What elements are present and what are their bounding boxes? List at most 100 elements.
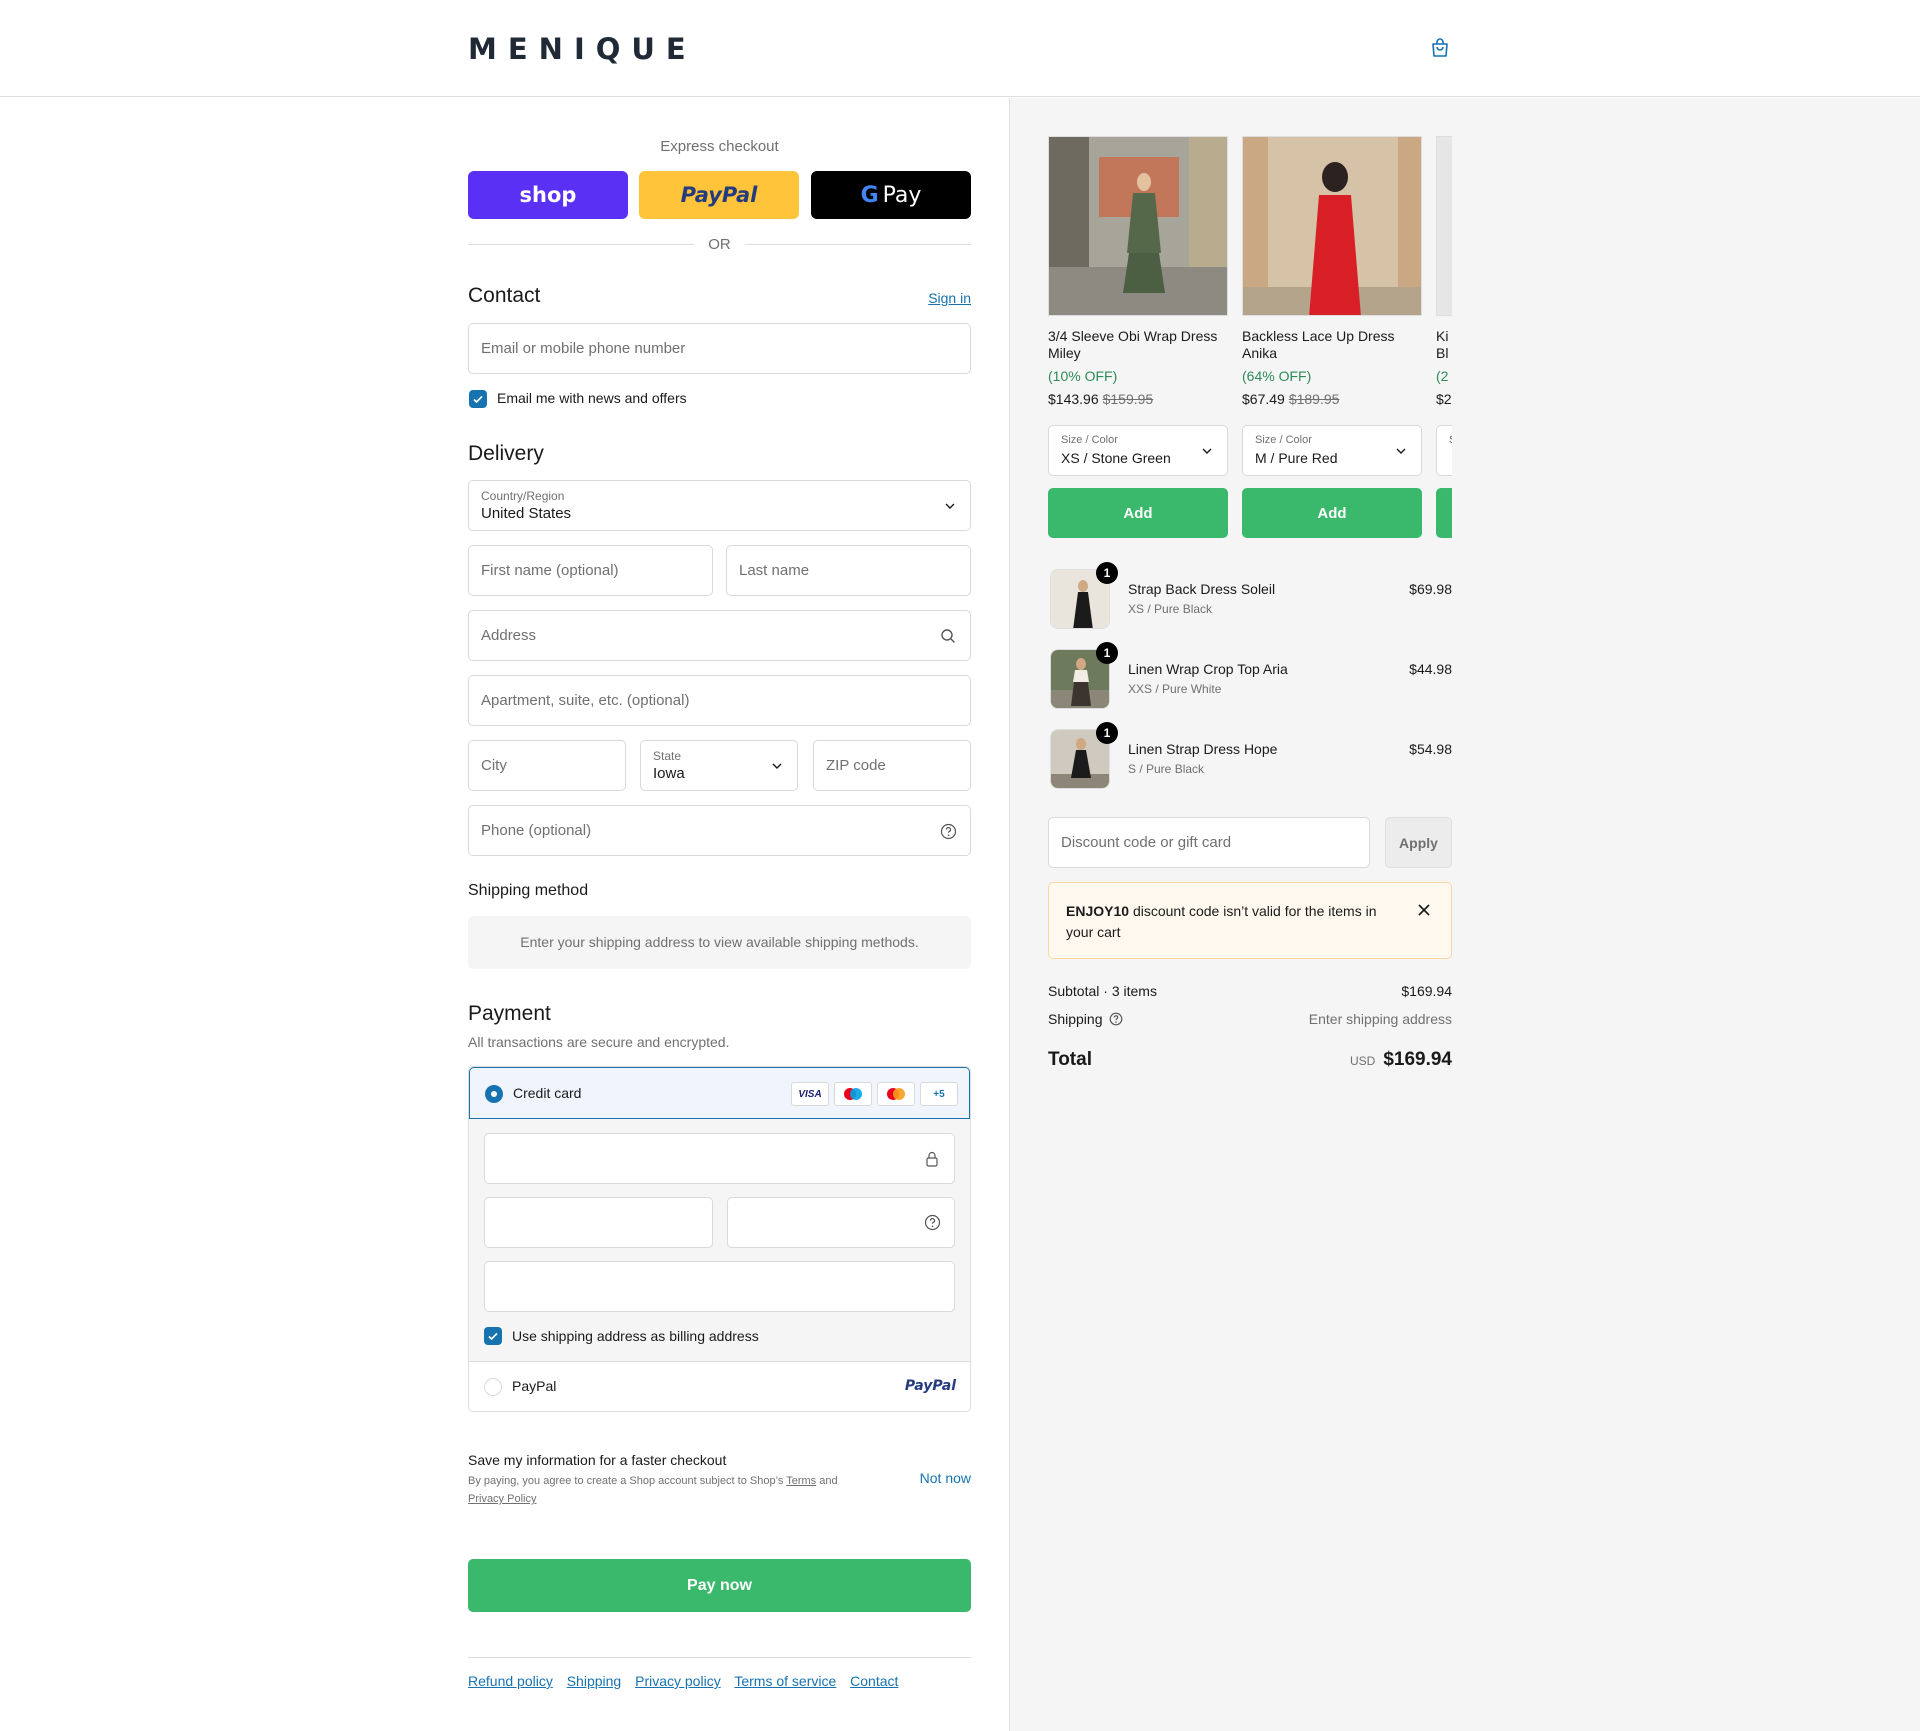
- total-label: Total: [1048, 1049, 1092, 1070]
- shipping-method-heading: Shipping method: [468, 882, 589, 899]
- credit-card-form: Use shipping address as billing address: [469, 1119, 970, 1362]
- zip-field[interactable]: ZIP code: [813, 740, 971, 791]
- close-icon[interactable]: [1417, 903, 1431, 917]
- address-field[interactable]: Address: [468, 610, 971, 661]
- or-divider: OR: [468, 235, 971, 255]
- apartment-field[interactable]: Apartment, suite, etc. (optional): [468, 675, 971, 726]
- recommendation-card: Backless Lace Up Dress Anika (64% OFF) $…: [1242, 136, 1422, 538]
- paypal-logo: PayPal: [680, 183, 758, 207]
- delivery-heading: Delivery: [468, 442, 544, 465]
- quantity-badge: 1: [1096, 722, 1118, 744]
- cart-line-item: 1 Linen Wrap Crop Top Aria XXS / Pure Wh…: [1048, 642, 1452, 713]
- news-label: Email me with news and offers: [497, 390, 687, 406]
- help-icon[interactable]: [940, 823, 957, 840]
- chevron-down-icon: [1202, 448, 1212, 454]
- quantity-badge: 1: [1096, 642, 1118, 664]
- maestro-icon: [834, 1082, 872, 1106]
- sign-in-link[interactable]: Sign in: [928, 290, 971, 306]
- add-button[interactable]: Add: [1048, 488, 1228, 538]
- payment-heading: Payment: [468, 1002, 551, 1025]
- card-number-field[interactable]: [484, 1133, 955, 1184]
- add-button[interactable]: [1436, 488, 1452, 538]
- save-info-legal: By paying, you agree to create a Shop ac…: [468, 1475, 838, 1505]
- google-g-icon: G: [860, 182, 879, 208]
- shopping-bag-icon[interactable]: [1428, 36, 1452, 60]
- expiration-field[interactable]: [484, 1197, 713, 1248]
- payment-methods: Credit card VISA +5 Use shipping address…: [468, 1066, 971, 1412]
- shipping-label: Shipping: [1048, 1011, 1123, 1027]
- shipping-method-notice: Enter your shipping address to view avai…: [468, 916, 971, 969]
- contact-link[interactable]: Contact: [850, 1673, 898, 1689]
- variant-select[interactable]: S: [1436, 425, 1452, 476]
- lock-icon: [926, 1151, 938, 1167]
- country-select[interactable]: Country/Region United States: [468, 480, 971, 531]
- paypal-express-button[interactable]: PayPal: [639, 171, 799, 219]
- billing-checkbox[interactable]: [484, 1327, 502, 1345]
- credit-card-option[interactable]: Credit card VISA +5: [469, 1067, 970, 1119]
- pay-now-button[interactable]: Pay now: [468, 1559, 971, 1612]
- chevron-down-icon: [772, 763, 782, 769]
- first-name-field[interactable]: First name (optional): [468, 545, 713, 596]
- billing-label: Use shipping address as billing address: [512, 1328, 759, 1344]
- payment-subtitle: All transactions are secure and encrypte…: [468, 1034, 730, 1050]
- total-amount: USD $169.94: [1349, 1049, 1452, 1070]
- discount-error-notice: ENJOY10 discount code isn’t valid for th…: [1048, 882, 1452, 959]
- apply-discount-button[interactable]: Apply: [1385, 817, 1452, 868]
- google-pay-label: Pay: [882, 182, 922, 208]
- terms-of-service-link[interactable]: Terms of service: [734, 1673, 836, 1689]
- product-image[interactable]: [1048, 136, 1228, 316]
- help-icon[interactable]: [924, 1214, 941, 1231]
- last-name-field[interactable]: Last name: [726, 545, 971, 596]
- news-checkbox[interactable]: [469, 390, 487, 408]
- google-pay-button[interactable]: G Pay: [811, 171, 971, 219]
- paypal-option[interactable]: PayPal PayPal: [469, 1362, 970, 1411]
- express-checkout-label: Express checkout: [660, 138, 779, 155]
- shop-pay-button[interactable]: shop: [468, 171, 628, 219]
- store-logo[interactable]: MENIQUE: [468, 32, 697, 66]
- chevron-down-icon: [945, 503, 955, 509]
- mastercard-icon: [877, 1082, 915, 1106]
- recommendation-card: 3/4 Sleeve Obi Wrap Dress Miley (10% OFF…: [1048, 136, 1228, 538]
- footer-links: Refund policy Shipping Privacy policy Te…: [468, 1673, 908, 1689]
- header: MENIQUE: [0, 0, 1920, 97]
- checkmark-icon: [488, 1332, 498, 1341]
- terms-link[interactable]: Terms: [786, 1475, 816, 1487]
- help-icon[interactable]: [1109, 1012, 1123, 1026]
- paypal-logo: PayPal: [904, 1378, 956, 1394]
- privacy-policy-link[interactable]: Privacy Policy: [468, 1493, 536, 1505]
- paypal-radio[interactable]: [484, 1378, 502, 1396]
- search-icon: [941, 629, 955, 643]
- privacy-policy-footer-link[interactable]: Privacy policy: [635, 1673, 721, 1689]
- discount-code-field[interactable]: Discount code or gift card: [1048, 817, 1370, 868]
- cart-line-item: 1 Strap Back Dress Soleil XS / Pure Blac…: [1048, 562, 1452, 633]
- discount-code: ENJOY10: [1066, 903, 1130, 919]
- contact-heading: Contact: [468, 284, 541, 307]
- email-field[interactable]: Email or mobile phone number: [468, 323, 971, 374]
- visa-icon: VISA: [791, 1082, 829, 1106]
- quantity-badge: 1: [1096, 562, 1118, 584]
- product-image[interactable]: [1436, 136, 1452, 316]
- security-code-field[interactable]: [727, 1197, 955, 1248]
- footer-divider: [468, 1657, 971, 1658]
- recommendation-card: Ki Bl (2 $2 S: [1436, 136, 1452, 538]
- credit-card-radio[interactable]: [485, 1085, 503, 1103]
- more-cards-badge[interactable]: +5: [920, 1082, 958, 1106]
- not-now-link[interactable]: Not now: [920, 1470, 971, 1486]
- city-field[interactable]: City: [468, 740, 626, 791]
- product-image[interactable]: [1242, 136, 1422, 316]
- add-button[interactable]: Add: [1242, 488, 1422, 538]
- refund-policy-link[interactable]: Refund policy: [468, 1673, 553, 1689]
- recommendations-carousel: 3/4 Sleeve Obi Wrap Dress Miley (10% OFF…: [1048, 136, 1452, 546]
- checkmark-icon: [473, 395, 483, 404]
- variant-select[interactable]: Size / Color XS / Stone Green: [1048, 425, 1228, 476]
- subtotal-value: $169.94: [1401, 983, 1452, 999]
- shipping-link[interactable]: Shipping: [567, 1673, 622, 1689]
- state-select[interactable]: State Iowa: [640, 740, 798, 791]
- name-on-card-field[interactable]: [484, 1261, 955, 1312]
- variant-select[interactable]: Size / Color M / Pure Red: [1242, 425, 1422, 476]
- cart-line-item: 1 Linen Strap Dress Hope S / Pure Black …: [1048, 722, 1452, 793]
- shop-pay-logo: shop: [519, 183, 577, 207]
- shipping-value: Enter shipping address: [1308, 1011, 1452, 1027]
- phone-field[interactable]: Phone (optional): [468, 805, 971, 856]
- save-info-title: Save my information for a faster checkou…: [468, 1452, 727, 1468]
